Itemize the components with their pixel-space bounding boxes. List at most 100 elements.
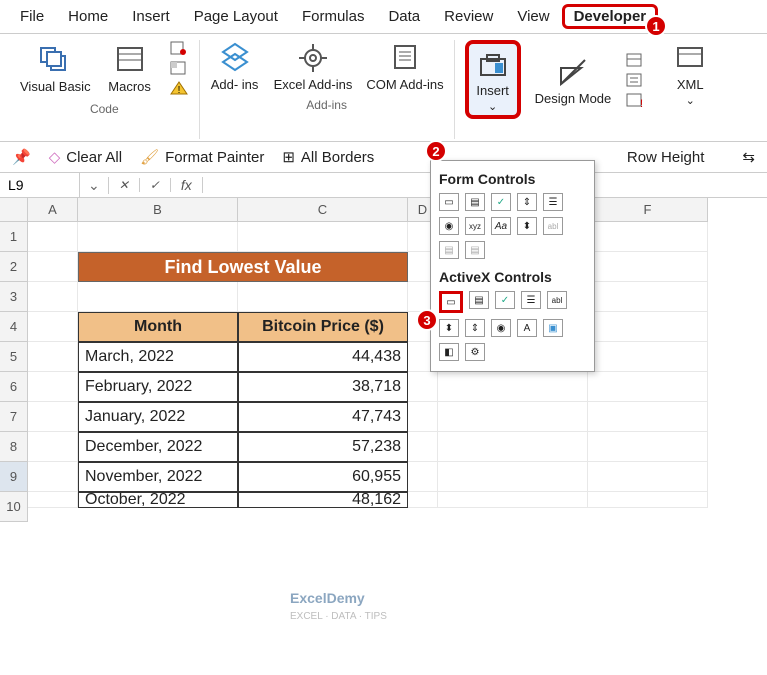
table-cell-month[interactable]: December, 2022	[78, 432, 238, 462]
activex-option-icon[interactable]: ◉	[491, 319, 511, 337]
cancel-fx-icon[interactable]: ✕	[109, 178, 140, 192]
table-cell-month[interactable]: November, 2022	[78, 462, 238, 492]
pin-icon[interactable]: 📌	[12, 148, 31, 166]
activex-combo-icon[interactable]: ▤	[469, 291, 489, 309]
row-header[interactable]: 3	[0, 282, 28, 312]
cell[interactable]	[408, 372, 438, 402]
menu-item-file[interactable]: File	[8, 4, 56, 29]
menu-item-formulas[interactable]: Formulas	[290, 4, 377, 29]
form-checkbox-icon[interactable]: ✓	[491, 193, 511, 211]
form-option-icon[interactable]: ◉	[439, 217, 459, 235]
cell[interactable]	[588, 282, 708, 312]
row-header[interactable]: 6	[0, 372, 28, 402]
table-cell-price[interactable]: 44,438	[238, 342, 408, 372]
cell[interactable]	[438, 492, 588, 508]
view-code-icon[interactable]	[625, 72, 645, 88]
form-combo-icon[interactable]: ▤	[465, 193, 485, 211]
cell[interactable]	[588, 222, 708, 252]
design-mode-button[interactable]: Design Mode	[535, 54, 612, 106]
menu-item-developer[interactable]: Developer	[562, 4, 659, 29]
cell[interactable]	[28, 462, 78, 492]
macro-security-icon[interactable]: !	[169, 80, 189, 96]
cell[interactable]	[28, 252, 78, 282]
insert-controls-button[interactable]: Insert ⌄	[465, 40, 521, 119]
form-scrollbar-icon[interactable]: ⬍	[517, 217, 537, 235]
activex-more-icon[interactable]: ⚙	[465, 343, 485, 361]
all-borders-button[interactable]: ⊞ All Borders	[282, 148, 374, 166]
column-header[interactable]: F	[588, 198, 708, 222]
cell[interactable]	[408, 492, 438, 508]
cell[interactable]	[588, 462, 708, 492]
cell[interactable]	[438, 432, 588, 462]
activex-listbox-icon[interactable]: ☰	[521, 291, 541, 309]
fx-button[interactable]: fx	[171, 177, 203, 193]
xml-button[interactable]: XML ⌄	[665, 40, 715, 107]
table-cell-price[interactable]: 47,743	[238, 402, 408, 432]
menu-item-home[interactable]: Home	[56, 4, 120, 29]
column-header[interactable]: C	[238, 198, 408, 222]
cell[interactable]	[28, 312, 78, 342]
cell[interactable]	[588, 432, 708, 462]
menu-item-review[interactable]: Review	[432, 4, 505, 29]
menu-item-view[interactable]: View	[505, 4, 561, 29]
addins-button[interactable]: Add- ins	[210, 40, 260, 92]
name-box[interactable]	[0, 173, 80, 197]
cell[interactable]	[28, 492, 78, 508]
table-header[interactable]: Month	[78, 312, 238, 342]
cell[interactable]	[438, 462, 588, 492]
form-combo3-icon[interactable]: ▤	[465, 241, 485, 259]
activex-toggle-icon[interactable]: ◧	[439, 343, 459, 361]
relative-ref-icon[interactable]	[169, 60, 189, 76]
select-all-corner[interactable]	[0, 198, 28, 222]
row-header[interactable]: 10	[0, 492, 28, 522]
activex-image-icon[interactable]: ▣	[543, 319, 563, 337]
form-spinner-icon[interactable]: ⇕	[517, 193, 537, 211]
table-cell-price[interactable]: 48,162	[238, 492, 408, 508]
row-header[interactable]: 7	[0, 402, 28, 432]
cell[interactable]	[28, 432, 78, 462]
enter-fx-icon[interactable]: ✓	[140, 178, 171, 192]
table-cell-price[interactable]: 57,238	[238, 432, 408, 462]
row-header[interactable]: 8	[0, 432, 28, 462]
menu-item-data[interactable]: Data	[376, 4, 432, 29]
activex-checkbox-icon[interactable]: ✓	[495, 291, 515, 309]
table-cell-month[interactable]: January, 2022	[78, 402, 238, 432]
cell[interactable]	[28, 222, 78, 252]
clear-all-button[interactable]: ◇ Clear All	[49, 148, 122, 166]
cell[interactable]	[238, 282, 408, 312]
cell[interactable]	[408, 462, 438, 492]
row-header[interactable]: 1	[0, 222, 28, 252]
run-dialog-icon[interactable]: !	[625, 92, 645, 108]
cell[interactable]	[28, 342, 78, 372]
table-cell-price[interactable]: 38,718	[238, 372, 408, 402]
cell[interactable]	[408, 402, 438, 432]
row-header[interactable]: 2	[0, 252, 28, 282]
activex-label-icon[interactable]: A	[517, 319, 537, 337]
namebox-chevron-icon[interactable]: ⌄	[80, 177, 109, 194]
macros-button[interactable]: Macros	[105, 42, 155, 94]
activex-spin-icon[interactable]: ⇕	[465, 319, 485, 337]
cell[interactable]	[408, 432, 438, 462]
menu-item-page-layout[interactable]: Page Layout	[182, 4, 290, 29]
table-cell-month[interactable]: February, 2022	[78, 372, 238, 402]
table-cell-month[interactable]: March, 2022	[78, 342, 238, 372]
banner-cell[interactable]: Find Lowest Value	[78, 252, 408, 282]
table-header[interactable]: Bitcoin Price ($)	[238, 312, 408, 342]
row-header[interactable]: 9	[0, 462, 28, 492]
cell[interactable]	[78, 222, 238, 252]
cell[interactable]	[28, 372, 78, 402]
table-cell-price[interactable]: 60,955	[238, 462, 408, 492]
cell[interactable]	[588, 312, 708, 342]
format-painter-button[interactable]: 🖌 Format Painter	[140, 148, 264, 166]
form-combo2-icon[interactable]: ▤	[439, 241, 459, 259]
cell[interactable]	[588, 252, 708, 282]
table-cell-month[interactable]: October, 2022	[78, 492, 238, 508]
activex-command-button-icon[interactable]: ▭	[439, 291, 463, 313]
visual-basic-button[interactable]: Visual Basic	[20, 42, 91, 94]
cell[interactable]	[238, 222, 408, 252]
row-height-button[interactable]: Row Height	[627, 149, 705, 166]
cell[interactable]	[438, 402, 588, 432]
excel-addins-button[interactable]: Excel Add-ins	[274, 40, 353, 92]
cell[interactable]	[588, 492, 708, 508]
cell[interactable]	[588, 402, 708, 432]
